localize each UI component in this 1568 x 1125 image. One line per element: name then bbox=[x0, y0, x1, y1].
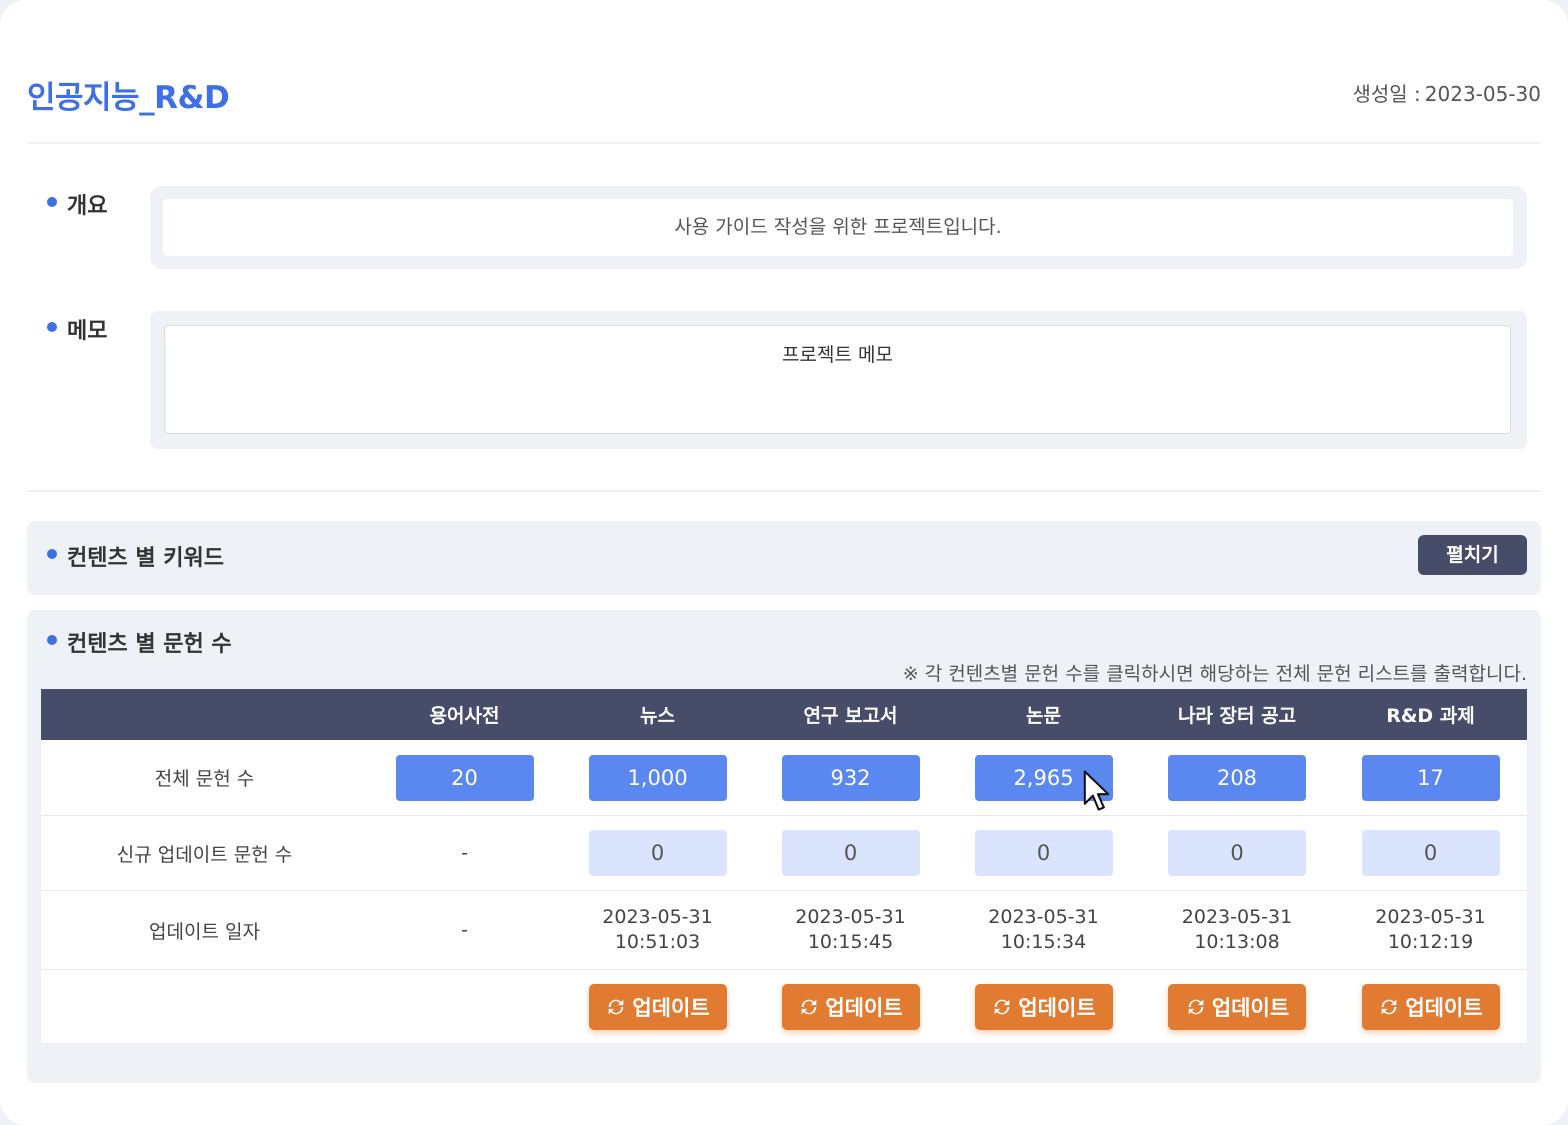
created-value: 2023-05-30 bbox=[1424, 82, 1541, 106]
keywords-title-text: 컨텐츠 별 키워드 bbox=[67, 546, 224, 571]
new-count-button[interactable]: 0 bbox=[974, 830, 1113, 876]
new-count-button[interactable]: 0 bbox=[1361, 830, 1500, 876]
update-date-value: 2023-05-31 10:15:34 bbox=[947, 890, 1140, 970]
refresh-icon bbox=[1382, 999, 1397, 1014]
row-label-new: 신규 업데이트 문헌 수 bbox=[41, 815, 368, 891]
project-title: 인공지능_R&D bbox=[27, 80, 230, 116]
memo-label: 메모 bbox=[47, 313, 107, 345]
summary-panel: 사용 가이드 작성을 위한 프로젝트입니다. bbox=[150, 186, 1527, 269]
table-row: 업데이트 일자 - 2023-05-31 10:51:03 2023-05-31 1… bbox=[41, 890, 1527, 970]
refresh-icon bbox=[802, 999, 817, 1014]
bullet-icon bbox=[47, 635, 57, 645]
section-divider bbox=[27, 490, 1541, 492]
update-time: 10:51:03 bbox=[614, 931, 701, 953]
total-count-button[interactable]: 17 bbox=[1361, 754, 1500, 801]
mouse-cursor-icon bbox=[1083, 770, 1110, 811]
update-button-label: 업데이트 bbox=[1405, 995, 1483, 1020]
memo-textarea[interactable]: 프로젝트 메모 bbox=[164, 325, 1511, 434]
update-date-value: 2023-05-31 10:13:08 bbox=[1140, 890, 1334, 970]
keywords-title: 컨텐츠 별 키워드 bbox=[47, 540, 224, 572]
column-header bbox=[41, 689, 368, 740]
row-label-updated: 업데이트 일자 bbox=[41, 890, 368, 970]
counts-note: ※ 각 컨텐츠별 문헌 수를 클릭하시면 해당하는 전체 문헌 리스트를 출력합… bbox=[902, 663, 1527, 685]
refresh-icon bbox=[609, 999, 624, 1014]
summary-field[interactable]: 사용 가이드 작성을 위한 프로젝트입니다. bbox=[163, 199, 1513, 256]
project-card: 인공지능_R&D 생성일 :2023-05-30 개요 사용 가이드 작성을 위… bbox=[0, 0, 1568, 1125]
total-count-button[interactable]: 1,000 bbox=[588, 754, 727, 801]
refresh-icon bbox=[995, 999, 1010, 1014]
keywords-panel: 컨텐츠 별 키워드 펼치기 bbox=[27, 521, 1541, 595]
update-button-label: 업데이트 bbox=[1211, 995, 1290, 1020]
summary-label: 개요 bbox=[47, 188, 107, 220]
row-label-total: 전체 문헌 수 bbox=[41, 740, 368, 816]
update-time: 10:13:08 bbox=[1194, 931, 1280, 953]
update-date: 2023-05-31 bbox=[988, 906, 1099, 928]
refresh-icon bbox=[1188, 999, 1204, 1014]
update-button-label: 업데이트 bbox=[1018, 995, 1096, 1020]
column-header-glossary: 용어사전 bbox=[368, 689, 561, 740]
new-count-button[interactable]: 0 bbox=[781, 830, 920, 876]
table-header-row: 용어사전 뉴스 연구 보고서 논문 나라 장터 공고 R&D 과제 bbox=[41, 689, 1527, 740]
table-row: 업데이트 업데이트 업데이트 업데이트 업데이트 bbox=[41, 969, 1527, 1043]
created-label: 생성일 : bbox=[1352, 82, 1421, 106]
counts-title: 컨텐츠 별 문헌 수 bbox=[47, 626, 232, 658]
column-header-news: 뉴스 bbox=[561, 689, 754, 740]
update-button-label: 업데이트 bbox=[825, 995, 903, 1020]
new-count-value: - bbox=[368, 815, 561, 891]
total-count-button[interactable]: 20 bbox=[395, 754, 534, 801]
update-button[interactable]: 업데이트 bbox=[588, 983, 727, 1030]
update-date: 2023-05-31 bbox=[795, 906, 906, 928]
counts-title-text: 컨텐츠 별 문헌 수 bbox=[67, 632, 232, 657]
summary-label-text: 개요 bbox=[67, 194, 108, 219]
memo-panel: 프로젝트 메모 bbox=[150, 311, 1527, 449]
counts-table: 용어사전 뉴스 연구 보고서 논문 나라 장터 공고 R&D 과제 전체 문헌 … bbox=[41, 689, 1527, 1043]
update-date-value: 2023-05-31 10:15:45 bbox=[754, 890, 947, 970]
update-date-value: 2023-05-31 10:51:03 bbox=[561, 890, 754, 970]
table-row: 신규 업데이트 문헌 수 - 0 0 0 0 0 bbox=[41, 815, 1527, 891]
bullet-icon bbox=[47, 549, 57, 559]
memo-label-text: 메모 bbox=[67, 319, 108, 344]
update-button[interactable]: 업데이트 bbox=[974, 983, 1113, 1030]
update-time: 10:15:45 bbox=[807, 931, 894, 953]
total-count-button[interactable]: 932 bbox=[781, 754, 920, 801]
update-date-value: 2023-05-31 10:12:19 bbox=[1334, 890, 1527, 970]
update-date: - bbox=[461, 918, 468, 941]
column-header-rnd-project: R&D 과제 bbox=[1334, 689, 1527, 740]
table-row: 전체 문헌 수 20 1,000 932 2,965 208 17 bbox=[41, 740, 1527, 816]
expand-button[interactable]: 펼치기 bbox=[1418, 535, 1527, 575]
created-date: 생성일 :2023-05-30 bbox=[1348, 78, 1541, 107]
total-count-button[interactable]: 208 bbox=[1168, 754, 1306, 801]
update-date-value: - bbox=[368, 890, 561, 970]
column-header-paper: 논문 bbox=[947, 689, 1140, 740]
update-date: 2023-05-31 bbox=[602, 906, 713, 928]
counts-panel: 컨텐츠 별 문헌 수 ※ 각 컨텐츠별 문헌 수를 클릭하시면 해당하는 전체 … bbox=[27, 610, 1541, 1083]
new-count-button[interactable]: 0 bbox=[1168, 830, 1306, 876]
new-count-button[interactable]: 0 bbox=[588, 830, 727, 876]
bullet-icon bbox=[47, 322, 57, 332]
update-button[interactable]: 업데이트 bbox=[1361, 983, 1500, 1030]
update-time: 10:12:19 bbox=[1387, 931, 1474, 953]
update-time: 10:15:34 bbox=[1000, 931, 1087, 953]
update-date: 2023-05-31 bbox=[1181, 906, 1293, 928]
column-header-research-report: 연구 보고서 bbox=[754, 689, 947, 740]
update-button[interactable]: 업데이트 bbox=[1168, 983, 1306, 1030]
column-header-procurement: 나라 장터 공고 bbox=[1140, 689, 1334, 740]
project-header: 인공지능_R&D 생성일 :2023-05-30 bbox=[27, 60, 1541, 144]
update-button[interactable]: 업데이트 bbox=[781, 983, 920, 1030]
bullet-icon bbox=[47, 197, 57, 207]
update-date: 2023-05-31 bbox=[1375, 906, 1486, 928]
update-button-label: 업데이트 bbox=[632, 995, 710, 1020]
